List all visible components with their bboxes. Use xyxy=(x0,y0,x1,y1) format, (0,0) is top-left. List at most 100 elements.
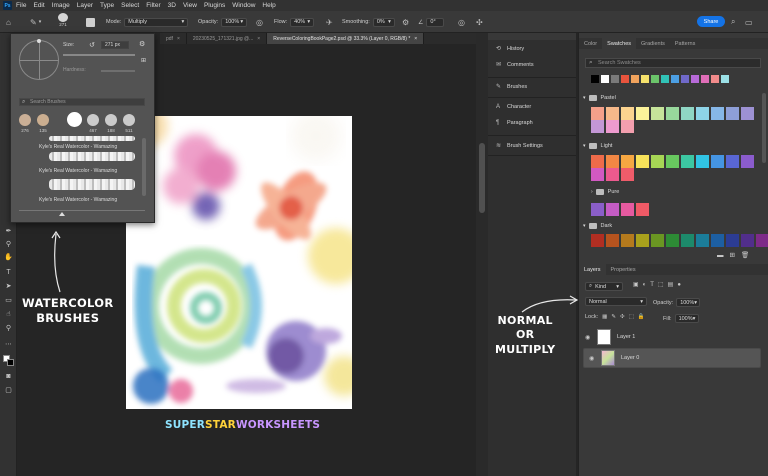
panel-brushes[interactable]: ✎ Brushes xyxy=(496,83,527,91)
flow-field[interactable]: 40% ▾ xyxy=(290,17,315,27)
color-swatch[interactable] xyxy=(636,155,649,168)
color-swatch[interactable] xyxy=(711,75,719,83)
swatch-search-input[interactable]: ⌕ Search Swatches xyxy=(585,58,761,68)
color-swatch[interactable] xyxy=(651,234,664,247)
brush-stroke-preview[interactable] xyxy=(49,179,135,190)
tab-properties[interactable]: Properties xyxy=(606,264,641,275)
hardness-slider[interactable] xyxy=(101,70,135,72)
color-swatch[interactable] xyxy=(726,234,739,247)
brush-preset-3[interactable] xyxy=(67,112,82,127)
delete-icon[interactable]: 🗑 xyxy=(741,252,755,259)
color-swatch[interactable] xyxy=(621,107,634,120)
brush-preset-5[interactable] xyxy=(105,114,117,126)
gear-icon[interactable]: ⚙ xyxy=(139,40,145,48)
brush-item-name[interactable]: Kyle's Real Watercolor - Wamazing xyxy=(39,197,117,203)
hand-tool-2-icon[interactable]: ☝ xyxy=(3,309,14,319)
canvas-scrollbar[interactable] xyxy=(476,33,488,476)
brush-stroke-preview[interactable] xyxy=(49,136,135,141)
layer-row-layer-1[interactable]: ◉ Layer 1 xyxy=(583,327,761,347)
color-swatch[interactable] xyxy=(631,75,639,83)
quick-mask-icon[interactable]: ◙ xyxy=(3,371,14,381)
layer-row-layer-0[interactable]: ◉ Layer 0 xyxy=(583,348,761,368)
color-swatch[interactable] xyxy=(696,155,709,168)
panel-character[interactable]: A Character xyxy=(496,104,531,110)
panel-brush-settings[interactable]: ≋ Brush Settings xyxy=(496,142,543,150)
hand-tool-icon[interactable]: ✋ xyxy=(3,252,14,262)
brush-search-input[interactable]: ⌕ Search Brushes xyxy=(19,98,145,106)
close-icon[interactable]: × xyxy=(177,36,180,42)
color-swatch[interactable] xyxy=(621,75,629,83)
color-swatch[interactable] xyxy=(666,107,679,120)
color-swatch[interactable] xyxy=(696,234,709,247)
menu-image[interactable]: Image xyxy=(52,2,70,9)
more-tools-icon[interactable]: ⋯ xyxy=(3,339,14,349)
filter-toggle-icon[interactable]: ● xyxy=(677,282,685,288)
layer-filter-kind[interactable]: ⌕ Kind ▾ xyxy=(585,282,623,291)
menu-type[interactable]: Type xyxy=(100,2,114,9)
pressure-size-icon[interactable]: ◎ xyxy=(458,15,465,29)
color-swatch[interactable] xyxy=(741,107,754,120)
color-swatch[interactable] xyxy=(726,155,739,168)
type-filter-icon[interactable]: T xyxy=(650,282,658,288)
pen-tool-icon[interactable]: ✒ xyxy=(3,226,14,236)
layer-name[interactable]: Layer 0 xyxy=(621,355,639,361)
color-swatch[interactable] xyxy=(681,234,694,247)
brush-angle-preview[interactable] xyxy=(19,39,59,80)
brush-preset-1[interactable] xyxy=(19,114,31,126)
symmetry-icon[interactable]: ✣ xyxy=(476,15,483,29)
shape-filter-icon[interactable]: ⬚ xyxy=(658,282,668,288)
angle-field[interactable]: 0° xyxy=(426,17,445,27)
new-preset-icon[interactable]: ⊞ xyxy=(141,57,146,64)
color-swatch[interactable] xyxy=(611,75,619,83)
new-swatch-icon[interactable]: ⊞ xyxy=(730,252,741,259)
brush-preset-picker[interactable]: 271 xyxy=(58,13,68,27)
color-swatch[interactable] xyxy=(606,234,619,247)
blend-mode-select[interactable]: Normal ▾ xyxy=(585,297,647,306)
lock-artboard-icon[interactable]: ⬚ xyxy=(629,314,638,320)
color-swatch[interactable] xyxy=(666,155,679,168)
color-swatch[interactable] xyxy=(711,234,724,247)
tab-patterns[interactable]: Patterns xyxy=(670,38,700,49)
color-swatch[interactable] xyxy=(661,75,669,83)
color-swatch[interactable] xyxy=(726,107,739,120)
tab-doc-active[interactable]: ReverseColoringBookPage2.psd @ 33.3% (La… xyxy=(267,33,425,44)
brush-stroke-preview[interactable] xyxy=(49,152,135,161)
brush-preset-6[interactable] xyxy=(123,114,135,126)
tab-color[interactable]: Color xyxy=(579,38,602,49)
folder-icon[interactable]: ▬ xyxy=(717,252,730,259)
color-swatch[interactable] xyxy=(591,75,599,83)
size-field[interactable]: 271 px xyxy=(101,41,129,49)
color-swatch[interactable] xyxy=(591,155,604,168)
panel-paragraph[interactable]: ¶ Paragraph xyxy=(496,120,533,126)
tab-layers[interactable]: Layers xyxy=(579,264,606,275)
tab-gradients[interactable]: Gradients xyxy=(636,38,670,49)
workspace-icon[interactable]: ▭ xyxy=(745,15,753,29)
color-swatch[interactable] xyxy=(671,75,679,83)
lock-pixels-icon[interactable]: ▦ xyxy=(602,314,611,320)
fill-field[interactable]: 100% ▾ xyxy=(674,314,699,323)
photoshop-logo-icon[interactable]: Ps xyxy=(3,1,12,10)
type-tool-icon[interactable]: T xyxy=(3,267,14,277)
brush-list-scrollbar[interactable] xyxy=(142,138,146,196)
color-swatch[interactable] xyxy=(621,168,634,181)
swatch-group-dark[interactable]: ▾ Dark xyxy=(583,223,612,229)
menu-window[interactable]: Window xyxy=(232,2,255,9)
menu-plugins[interactable]: Plugins xyxy=(204,2,225,9)
menu-file[interactable]: File xyxy=(16,2,26,9)
swatch-group-pastel[interactable]: ▾ Pastel xyxy=(583,95,616,101)
color-swatch[interactable] xyxy=(591,107,604,120)
color-swatch[interactable] xyxy=(641,75,649,83)
lock-paint-icon[interactable]: ✎ xyxy=(611,314,620,320)
screen-mode-icon[interactable]: ▢ xyxy=(3,385,14,395)
brush-settings-toggle-icon[interactable] xyxy=(86,15,95,29)
color-swatch[interactable] xyxy=(636,107,649,120)
color-swatch[interactable] xyxy=(741,155,754,168)
color-swatch[interactable] xyxy=(651,107,664,120)
color-swatch[interactable] xyxy=(681,155,694,168)
panel-comments[interactable]: ✉ Comments xyxy=(496,61,534,69)
lock-all-icon[interactable]: 🔒 xyxy=(638,314,649,320)
reset-size-icon[interactable]: ↺ xyxy=(89,41,95,49)
color-swatch[interactable] xyxy=(606,107,619,120)
eye-icon[interactable]: ◉ xyxy=(585,334,593,341)
brush-item-name[interactable]: Kyle's Real Watercolor - Wamazing xyxy=(39,144,117,150)
